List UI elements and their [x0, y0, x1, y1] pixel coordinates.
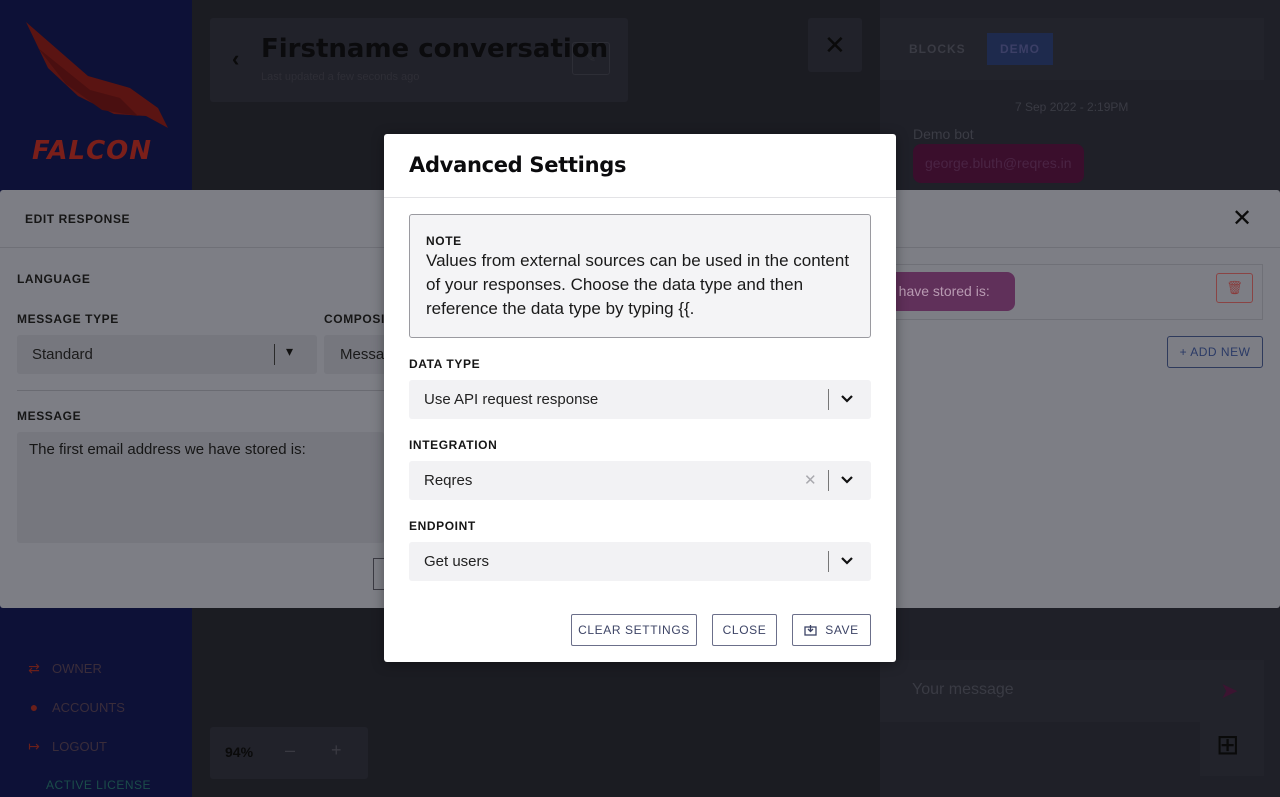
select-separator [274, 344, 275, 365]
active-license-label: ACTIVE LICENSE [46, 778, 152, 792]
zoom-level: 94% [225, 744, 254, 760]
sidebar-item-label: ACCOUNTS [52, 699, 125, 715]
send-icon[interactable]: ➤ [1220, 678, 1238, 704]
demo-sender: Demo bot [913, 126, 974, 142]
integration-select[interactable]: Reqres ✕ [409, 461, 871, 500]
select-separator [828, 551, 829, 572]
divider [17, 390, 384, 391]
back-chevron-icon[interactable]: ‹ [232, 46, 239, 72]
chevron-down-icon[interactable] [839, 550, 855, 570]
chevron-down-icon[interactable]: ▾ [286, 343, 293, 360]
modal-title: Advanced Settings [409, 153, 627, 177]
trash-icon: 🗑 [1226, 280, 1243, 295]
note-text: Values from external sources can be used… [426, 251, 850, 318]
last-updated-text: Last updated a few seconds ago [261, 71, 420, 83]
language-label: LANGUAGE [17, 272, 91, 286]
divider [384, 197, 896, 198]
edit-title-button[interactable]: ✎ [572, 42, 610, 75]
save-label: SAVE [825, 623, 859, 637]
close-label: CLOSE [722, 623, 767, 637]
save-button[interactable]: SAVE [792, 614, 871, 646]
demo-message-bubble: george.bluth@reqres.in [913, 144, 1084, 183]
clear-icon[interactable]: ✕ [804, 471, 817, 489]
tab-blocks[interactable]: BLOCKS [896, 33, 979, 65]
data-type-label: DATA TYPE [409, 357, 481, 371]
close-icon[interactable]: ✕ [824, 30, 846, 61]
edit-icon: ✎ [585, 51, 597, 65]
demo-timestamp: 7 Sep 2022 - 2:19PM [1015, 100, 1129, 114]
chevron-down-icon[interactable] [839, 388, 855, 408]
endpoint-value: Get users [424, 553, 490, 570]
clear-settings-label: CLEAR SETTINGS [578, 623, 690, 637]
advanced-settings-modal: Advanced Settings NOTE Values from exter… [384, 134, 896, 662]
close-button[interactable]: CLOSE [712, 614, 777, 646]
zoom-out-button[interactable]: – [285, 740, 295, 761]
sidebar-item-owner[interactable]: ⇄ OWNER [26, 660, 102, 676]
sidebar-item-label: LOGOUT [52, 738, 107, 754]
note-label: NOTE [426, 234, 462, 248]
close-icon[interactable]: ✕ [1232, 204, 1252, 233]
clear-settings-button[interactable]: CLEAR SETTINGS [571, 614, 697, 646]
sidebar-item-logout[interactable]: ↦ LOGOUT [26, 738, 107, 754]
page-title: Firstname conversation [261, 34, 609, 64]
falcon-logo-text: FALCON [32, 136, 153, 166]
integration-label: INTEGRATION [409, 438, 498, 452]
logout-icon: ↦ [28, 738, 40, 754]
add-new-button[interactable]: + ADD NEW [1167, 336, 1263, 368]
tab-demo[interactable]: DEMO [987, 33, 1053, 65]
note-box: NOTE Values from external sources can be… [409, 214, 871, 338]
chevron-down-icon[interactable] [839, 469, 855, 489]
integration-value: Reqres [424, 472, 473, 489]
edit-response-title: EDIT RESPONSE [25, 212, 131, 226]
endpoint-select[interactable]: Get users [409, 542, 871, 581]
sidebar-item-accounts[interactable]: ● ACCOUNTS [26, 699, 125, 715]
message-label: MESSAGE [17, 409, 82, 423]
message-type-value: Standard [32, 346, 93, 363]
message-input-placeholder[interactable]: Your message [912, 681, 1014, 699]
user-icon: ● [29, 699, 39, 715]
sidebar-item-label: OWNER [52, 660, 102, 676]
compose-label: COMPOSI [324, 312, 385, 326]
select-separator [828, 470, 829, 491]
data-type-value: Use API request response [424, 391, 599, 408]
message-text[interactable]: The first email address we have stored i… [29, 441, 306, 458]
message-type-label: MESSAGE TYPE [17, 312, 119, 326]
compose-value: Messa [340, 346, 385, 363]
delete-response-button[interactable]: 🗑 [1216, 273, 1253, 303]
data-type-select[interactable]: Use API request response [409, 380, 871, 419]
gift-icon[interactable]: ⊞ [1216, 728, 1239, 761]
save-icon [804, 625, 817, 636]
swap-icon: ⇄ [28, 660, 40, 676]
response-preview-bubble: e have stored is: [880, 272, 1015, 311]
endpoint-label: ENDPOINT [409, 519, 476, 533]
zoom-in-button[interactable]: + [331, 740, 342, 761]
select-separator [828, 389, 829, 410]
